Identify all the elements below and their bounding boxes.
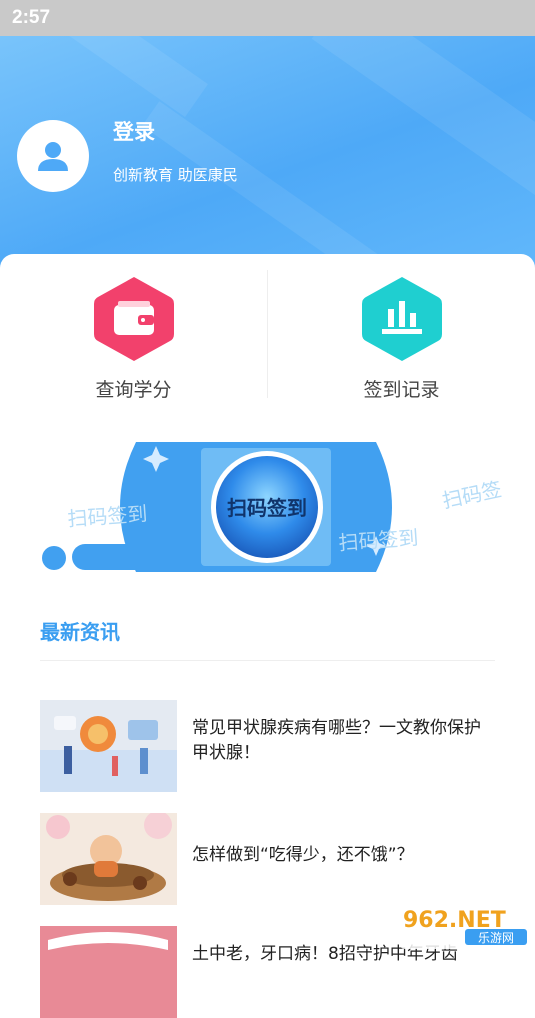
news-item[interactable]: 怎样做到“吃得少，还不饿”？ [40, 813, 500, 905]
bar-chart-icon [361, 277, 442, 361]
main-card: 查询学分 签到记录 扫码签到 扫码签到 扫码签 扫码签到 最新资讯 常见甲状腺疾… [0, 254, 535, 1018]
status-time: 2:57 [12, 7, 51, 28]
profile-header: 登录 创新教育 助医康民 [0, 36, 535, 276]
scan-deco-text-right: 扫码签到 [338, 525, 419, 555]
scan-checkin-label: 扫码签到 [227, 496, 307, 520]
query-credits-button[interactable]: 查询学分 [0, 254, 267, 414]
scan-deco-text-far-right: 扫码签 [440, 477, 504, 513]
watermark-sub: 乐游网 [478, 931, 514, 945]
news-divider [40, 660, 495, 661]
login-link[interactable]: 登录 [113, 116, 155, 146]
news-section-title: 最新资讯 [40, 620, 120, 644]
scan-checkin-banner[interactable]: 扫码签到 扫码签到 扫码签 扫码签到 [36, 432, 526, 582]
news-thumbnail [40, 926, 177, 1018]
news-item-title: 常见甲状腺疾病有哪些？一文教你保护甲状腺！ [192, 718, 481, 763]
news-item[interactable]: 常见甲状腺疾病有哪些？一文教你保护甲状腺！ [40, 700, 500, 792]
user-icon [38, 142, 68, 171]
news-thumbnail [40, 813, 177, 905]
slogan-text: 创新教育 助医康民 [113, 166, 238, 184]
scan-banner-graphic: 扫码签到 扫码签到 扫码签 扫码签到 [42, 442, 504, 572]
news-thumbnail [40, 700, 177, 792]
avatar[interactable] [17, 120, 89, 192]
brand-watermark: 962.NET 乐游网 [395, 897, 535, 951]
news-item-title: 怎样做到“吃得少，还不饿”？ [192, 845, 414, 865]
status-bar: 2:57 [0, 0, 535, 36]
wallet-icon [93, 277, 174, 361]
query-credits-label: 查询学分 [95, 379, 172, 401]
checkin-record-button[interactable]: 签到记录 [268, 254, 535, 414]
checkin-record-label: 签到记录 [363, 379, 440, 401]
